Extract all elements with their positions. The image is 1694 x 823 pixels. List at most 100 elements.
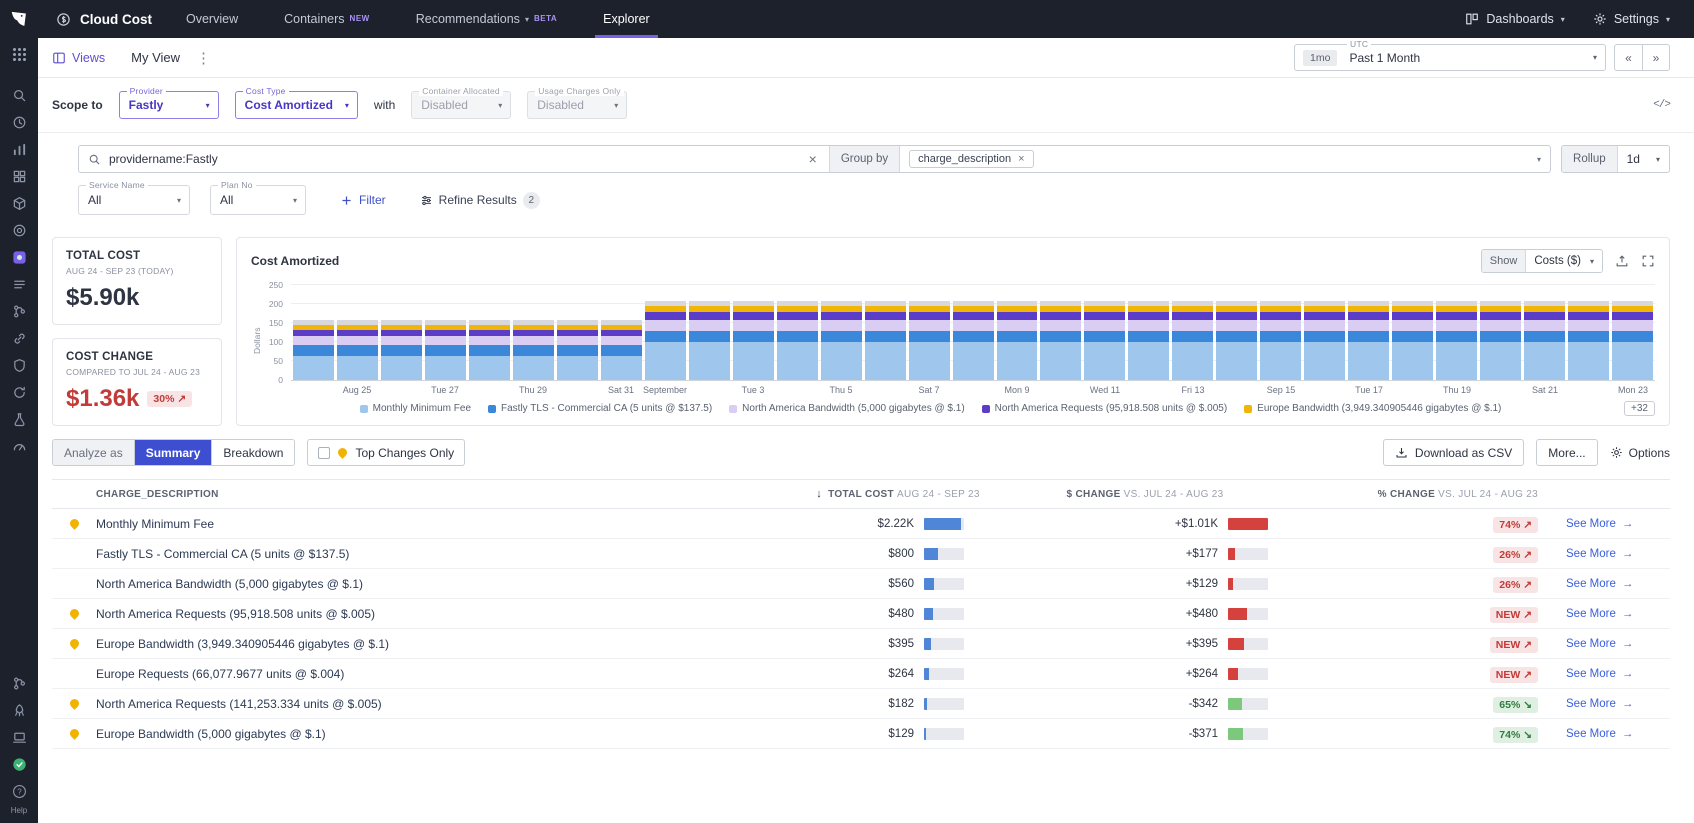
table-row[interactable]: North America Bandwidth (5,000 gigabytes… <box>52 569 1670 599</box>
chart-bar[interactable] <box>1040 285 1082 380</box>
table-row[interactable]: Europe Requests (66,077.9677 units @ $.0… <box>52 659 1670 689</box>
see-more-link[interactable]: See More → <box>1566 698 1670 710</box>
charge-description-cell[interactable]: Fastly TLS - Commercial CA (5 units @ $1… <box>96 547 806 561</box>
charge-description-cell[interactable]: North America Requests (95,918.508 units… <box>96 607 806 621</box>
charge-description-cell[interactable]: Europe Bandwidth (3,949.340905446 gigaby… <box>96 637 806 651</box>
sidebar-item-error-tracking[interactable] <box>0 406 38 433</box>
plan-no-select[interactable]: Plan No All ▾ <box>210 180 306 215</box>
chart-bar[interactable] <box>1392 285 1434 380</box>
kebab-menu-icon[interactable]: ⋮ <box>190 49 217 67</box>
sidebar-item-search[interactable] <box>0 82 38 109</box>
time-range-select[interactable]: UTC 1mo Past 1 Month ▾ <box>1294 39 1606 71</box>
sidebar-item-logs[interactable] <box>0 271 38 298</box>
time-back-button[interactable]: « <box>1615 45 1642 70</box>
fullscreen-icon[interactable] <box>1641 254 1655 268</box>
charge-description-cell[interactable]: Europe Requests (66,077.9677 units @ $.0… <box>96 667 806 681</box>
chart-bar[interactable] <box>600 285 642 380</box>
chart-bar[interactable] <box>644 285 686 380</box>
charge-description-cell[interactable]: North America Bandwidth (5,000 gigabytes… <box>96 577 806 591</box>
chart-bar[interactable] <box>380 285 422 380</box>
dashboards-menu[interactable]: Dashboards ▾ <box>1465 12 1565 26</box>
nav-containers[interactable]: Containers NEW <box>284 0 370 38</box>
service-name-select[interactable]: Service Name All ▾ <box>78 180 190 215</box>
apps-grid-icon[interactable] <box>0 38 38 70</box>
chart-bar[interactable] <box>952 285 994 380</box>
views-button[interactable]: Views <box>52 51 105 65</box>
sidebar-item-rum[interactable] <box>0 724 38 751</box>
provider-select[interactable]: Provider Fastly ▾ <box>118 86 219 119</box>
options-button[interactable]: Options <box>1610 446 1670 460</box>
table-row[interactable]: Fastly TLS - Commercial CA (5 units @ $1… <box>52 539 1670 569</box>
sidebar-item-infrastructure[interactable] <box>0 163 38 190</box>
chart-bar[interactable] <box>776 285 818 380</box>
clear-search-icon[interactable]: × <box>806 151 820 167</box>
charge-description-cell[interactable]: Monthly Minimum Fee <box>96 517 806 531</box>
time-forward-button[interactable]: » <box>1642 45 1669 70</box>
chart-bar[interactable] <box>1568 285 1610 380</box>
chart-bar[interactable] <box>512 285 554 380</box>
nav-recommendations[interactable]: Recommendations ▾ BETA <box>416 0 557 38</box>
chart-bar[interactable] <box>293 285 334 380</box>
chart-bar[interactable] <box>1348 285 1390 380</box>
see-more-link[interactable]: See More → <box>1566 578 1670 590</box>
tab-breakdown[interactable]: Breakdown <box>211 440 295 465</box>
chart-bar[interactable] <box>996 285 1038 380</box>
chart-bar[interactable] <box>1128 285 1170 380</box>
sidebar-item-metrics[interactable] <box>0 136 38 163</box>
cost-type-select[interactable]: Cost Type Cost Amortized ▾ <box>234 86 358 119</box>
header-dollar-change[interactable]: $ CHANGE VS. JUL 24 - AUG 23 <box>990 489 1300 500</box>
sidebar-item-cloud-cost[interactable] <box>0 244 38 271</box>
nav-overview[interactable]: Overview <box>186 0 238 38</box>
charge-description-cell[interactable]: North America Requests (141,253.334 unit… <box>96 697 806 711</box>
chart-bar[interactable] <box>1480 285 1522 380</box>
chart-bar[interactable] <box>1524 285 1566 380</box>
chart-bar[interactable] <box>1260 285 1302 380</box>
header-total-cost[interactable]: ↓ TOTAL COST AUG 24 - SEP 23 <box>806 488 990 500</box>
chart-bar[interactable] <box>1436 285 1478 380</box>
chart-bar[interactable] <box>864 285 906 380</box>
chart-bar[interactable] <box>424 285 466 380</box>
legend-item[interactable]: Monthly Minimum Fee <box>359 403 471 414</box>
sidebar-item-serverless[interactable] <box>0 697 38 724</box>
chart-bar[interactable] <box>908 285 950 380</box>
sidebar-item-monitors[interactable] <box>0 433 38 460</box>
top-changes-toggle[interactable]: Top Changes Only <box>307 439 466 466</box>
see-more-link[interactable]: See More → <box>1566 608 1670 620</box>
chart-bar[interactable] <box>1216 285 1258 380</box>
sidebar-item-security[interactable] <box>0 352 38 379</box>
legend-item[interactable]: Fastly TLS - Commercial CA (5 units @ $1… <box>488 403 712 414</box>
chevron-down-icon[interactable]: ▾ <box>1528 146 1550 172</box>
chart-bar[interactable] <box>1612 285 1654 380</box>
code-icon[interactable]: </> <box>1653 99 1671 111</box>
rollup-select[interactable]: 1d ▾ <box>1618 146 1669 172</box>
remove-tag-icon[interactable]: × <box>1018 153 1024 165</box>
settings-menu[interactable]: Settings ▾ <box>1593 12 1670 26</box>
usage-charges-select[interactable]: Usage Charges Only Disabled ▾ <box>527 86 628 119</box>
see-more-link[interactable]: See More → <box>1566 668 1670 680</box>
search-input[interactable]: providername:Fastly × <box>79 146 829 172</box>
table-row[interactable]: North America Requests (95,918.508 units… <box>52 599 1670 629</box>
nav-explorer[interactable]: Explorer <box>595 0 658 38</box>
sidebar-item-apm[interactable] <box>0 217 38 244</box>
header-percent-change[interactable]: % CHANGE VS. JUL 24 - AUG 23 <box>1300 489 1552 500</box>
group-by-area[interactable]: charge_description × <box>900 146 1528 172</box>
chart-bar[interactable] <box>556 285 598 380</box>
see-more-link[interactable]: See More → <box>1566 548 1670 560</box>
sidebar-item-bits-ai[interactable] <box>0 751 38 778</box>
see-more-link[interactable]: See More → <box>1566 518 1670 530</box>
group-by-tag[interactable]: charge_description × <box>909 150 1034 168</box>
tab-summary[interactable]: Summary <box>133 440 212 465</box>
legend-item[interactable]: North America Bandwidth (5,000 gigabytes… <box>729 403 965 414</box>
chart-bar[interactable] <box>336 285 378 380</box>
legend-item[interactable]: North America Requests (95,918.508 units… <box>981 403 1227 414</box>
chart-bar[interactable] <box>688 285 730 380</box>
table-row[interactable]: Europe Bandwidth (3,949.340905446 gigaby… <box>52 629 1670 659</box>
sidebar-item-ci-visibility[interactable] <box>0 298 38 325</box>
chart-bar[interactable] <box>820 285 862 380</box>
legend-overflow-badge[interactable]: +32 <box>1624 401 1655 416</box>
container-allocated-select[interactable]: Container Allocated Disabled ▾ <box>411 86 512 119</box>
export-icon[interactable] <box>1615 254 1629 268</box>
see-more-link[interactable]: See More → <box>1566 728 1670 740</box>
more-button[interactable]: More... <box>1536 439 1598 466</box>
sidebar-item-containers[interactable] <box>0 190 38 217</box>
